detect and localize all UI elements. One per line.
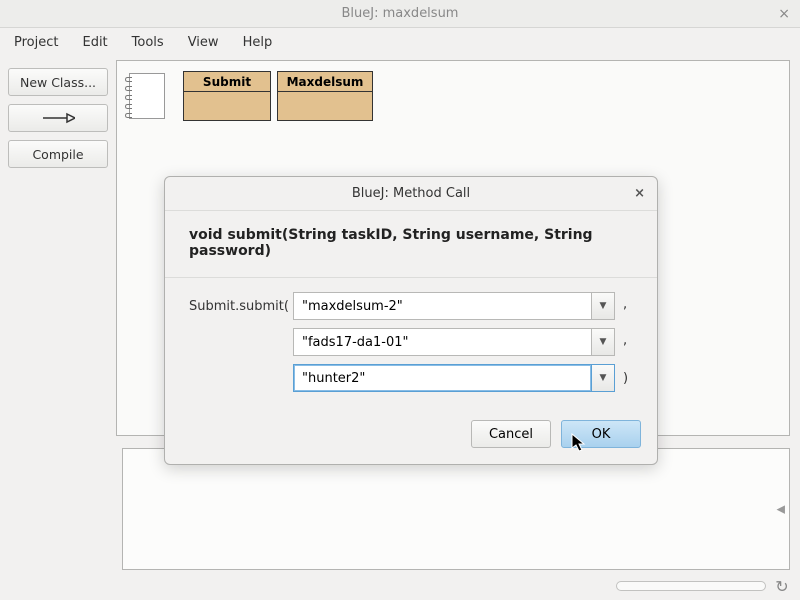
arrow-icon (41, 112, 75, 124)
method-signature: void submit(String taskID, String userna… (189, 227, 633, 259)
sidebar: New Class... Compile (0, 56, 116, 570)
dropdown-icon[interactable]: ▼ (591, 292, 615, 320)
comma: , (623, 333, 633, 352)
dropdown-icon[interactable]: ▼ (591, 328, 615, 356)
class-box-submit[interactable]: Submit (183, 71, 271, 121)
menu-help[interactable]: Help (243, 35, 273, 50)
param-field[interactable] (293, 328, 591, 356)
menubar: Project Edit Tools View Help (0, 28, 800, 56)
collapse-icon[interactable]: ◀ (777, 503, 785, 516)
method-call-dialog: BlueJ: Method Call × void submit(String … (164, 176, 658, 465)
param-field[interactable] (293, 364, 591, 392)
new-class-button[interactable]: New Class... (8, 68, 108, 96)
progress-bar (616, 581, 766, 591)
class-box-label: Maxdelsum (278, 72, 372, 92)
readme-file-icon[interactable] (127, 71, 169, 121)
param-input-password[interactable]: ▼ (293, 364, 615, 392)
reload-icon[interactable]: ↻ (772, 576, 792, 596)
ok-button[interactable]: OK (561, 420, 641, 448)
menu-tools[interactable]: Tools (132, 35, 164, 50)
dialog-title: BlueJ: Method Call (352, 186, 470, 201)
param-field[interactable] (293, 292, 591, 320)
class-box-label: Submit (184, 72, 270, 92)
window-titlebar: BlueJ: maxdelsum × (0, 0, 800, 28)
call-prefix-label: Submit.submit( (189, 299, 285, 314)
statusbar: ↻ (0, 572, 800, 600)
close-paren: ) (623, 371, 633, 386)
comma: , (623, 297, 633, 316)
separator (165, 277, 657, 278)
cancel-button[interactable]: Cancel (471, 420, 551, 448)
window-close-icon[interactable]: × (778, 6, 790, 22)
param-input-username[interactable]: ▼ (293, 328, 615, 356)
menu-view[interactable]: View (188, 35, 219, 50)
class-box-maxdelsum[interactable]: Maxdelsum (277, 71, 373, 121)
compile-button[interactable]: Compile (8, 140, 108, 168)
dialog-close-icon[interactable]: × (634, 186, 645, 201)
dialog-titlebar: BlueJ: Method Call × (165, 177, 657, 211)
window-title: BlueJ: maxdelsum (342, 6, 459, 21)
menu-project[interactable]: Project (14, 35, 58, 50)
object-bench[interactable]: ◀ (122, 448, 790, 570)
dropdown-icon[interactable]: ▼ (591, 364, 615, 392)
param-input-taskid[interactable]: ▼ (293, 292, 615, 320)
inheritance-arrow-button[interactable] (8, 104, 108, 132)
menu-edit[interactable]: Edit (82, 35, 107, 50)
